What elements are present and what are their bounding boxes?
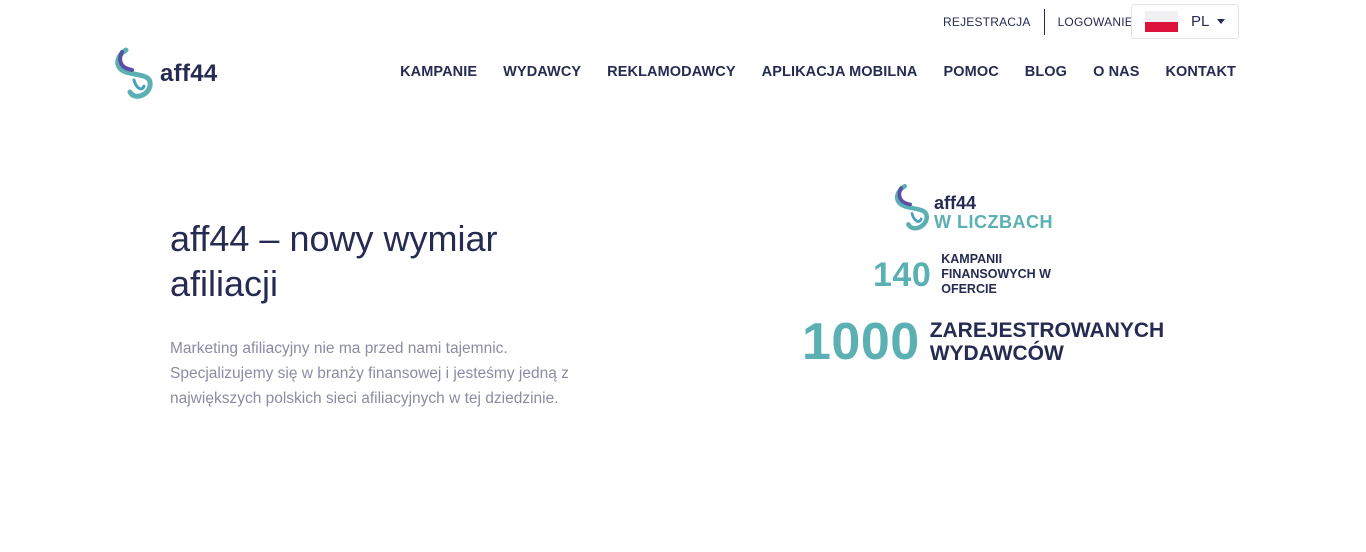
nav-item-blog[interactable]: BLOG	[1025, 64, 1067, 80]
nav-item-pomoc[interactable]: POMOC	[943, 64, 998, 80]
logo-text: aff44	[160, 60, 218, 87]
hero-title: aff44 – nowy wymiar afiliacji	[170, 218, 498, 304]
language-label: PL	[1191, 13, 1210, 30]
stats-graphic: aff44 W LICZBACH 140 KAMPANII FINANSOWYC…	[800, 180, 1180, 370]
stat-number: 1000	[802, 313, 920, 371]
top-utility-bar: REJESTRACJA LOGOWANIE	[930, 4, 1146, 40]
register-link[interactable]: REJESTRACJA	[930, 15, 1044, 29]
stats-subtitle: W LICZBACH	[934, 212, 1053, 232]
stats-logo: aff44 W LICZBACH	[892, 182, 1053, 234]
nav-item-kontakt[interactable]: KONTAKT	[1165, 64, 1236, 80]
nav-item-kampanie[interactable]: KAMPANIE	[400, 64, 477, 80]
stat-publishers: 1000 ZAREJESTROWANYCH WYDAWCÓW	[802, 314, 1170, 370]
nav-item-reklamodawcy[interactable]: REKLAMODAWCY	[607, 64, 735, 80]
aff44-swirl-logo-icon	[894, 183, 929, 231]
language-selector[interactable]: PL	[1131, 4, 1239, 39]
hero-description: Marketing afiliacyjny nie ma przed nami …	[170, 340, 569, 407]
nav-item-o-nas[interactable]: O NAS	[1093, 64, 1139, 80]
stat-number: 140	[873, 255, 932, 294]
stat-campaigns: 140 KAMPANII FINANSOWYCH W OFERCIE	[873, 252, 1061, 297]
caret-down-icon	[1217, 19, 1226, 24]
main-nav: KAMPANIE WYDAWCY REKLAMODAWCY APLIKACJA …	[374, 64, 1236, 80]
site-logo[interactable]: aff44	[112, 46, 218, 102]
nav-item-wydawcy[interactable]: WYDAWCY	[503, 64, 581, 80]
stat-label: KAMPANII FINANSOWYCH W OFERCIE	[941, 252, 1051, 296]
poland-flag-icon	[1145, 11, 1178, 32]
aff44-swirl-logo-icon	[115, 47, 153, 99]
stats-brand: aff44	[934, 193, 977, 213]
nav-item-aplikacja-mobilna[interactable]: APLIKACJA MOBILNA	[762, 64, 918, 80]
stat-label: ZAREJESTROWANYCH WYDAWCÓW	[929, 319, 1165, 365]
